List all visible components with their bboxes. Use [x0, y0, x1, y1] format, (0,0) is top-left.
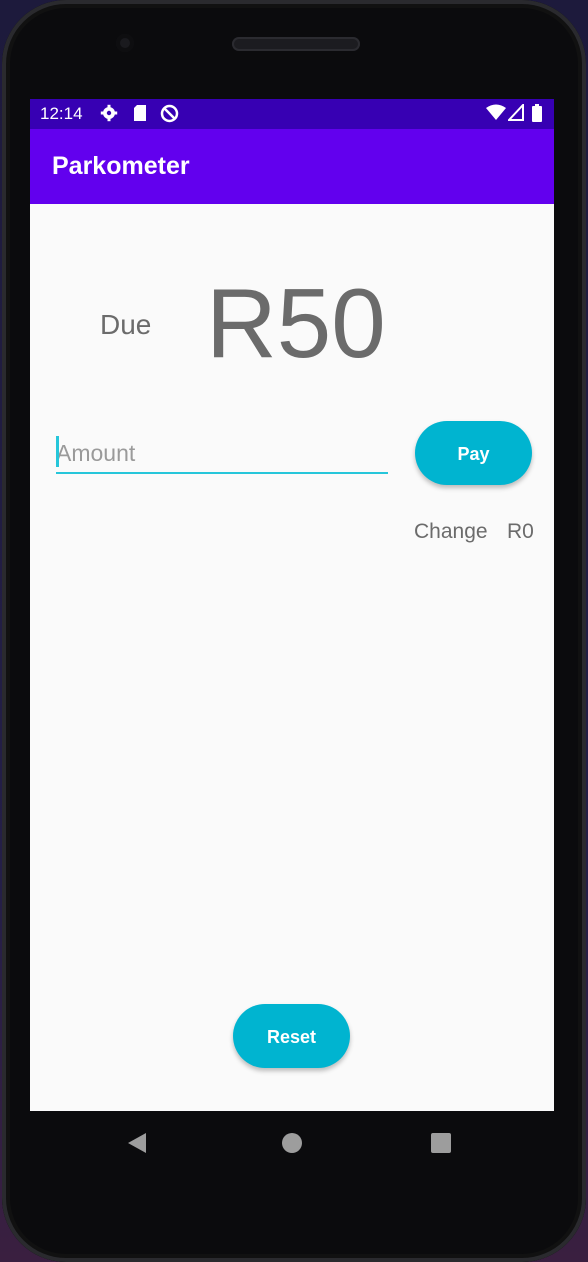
pay-button[interactable]: Pay — [415, 421, 532, 485]
due-label: Due — [100, 309, 152, 340]
home-icon[interactable] — [282, 1133, 302, 1153]
back-icon[interactable] — [128, 1133, 146, 1153]
earpiece-speaker — [232, 37, 360, 51]
amount-input[interactable] — [56, 434, 388, 474]
battery-icon — [532, 104, 542, 127]
status-time: 12:14 — [40, 104, 83, 123]
change-value: R0 — [507, 520, 534, 543]
recents-icon[interactable] — [431, 1133, 451, 1153]
app-bar: Parkometer — [30, 129, 554, 204]
gear-icon — [100, 104, 118, 127]
no-disturb-icon — [160, 104, 179, 128]
front-camera — [116, 34, 134, 52]
status-bar: 12:14 — [30, 99, 554, 129]
change-label: Change — [414, 520, 488, 543]
text-cursor — [56, 436, 59, 467]
sd-card-icon — [133, 104, 147, 127]
wifi-icon — [486, 104, 506, 126]
due-amount: R50 — [206, 268, 386, 378]
signal-icon — [506, 102, 524, 126]
app-title: Parkometer — [52, 152, 190, 180]
navigation-bar — [30, 1111, 554, 1175]
app-screen: 12:14 Parkometer Due R50 Pay Change R0 R… — [30, 99, 554, 1111]
reset-button[interactable]: Reset — [233, 1004, 350, 1068]
